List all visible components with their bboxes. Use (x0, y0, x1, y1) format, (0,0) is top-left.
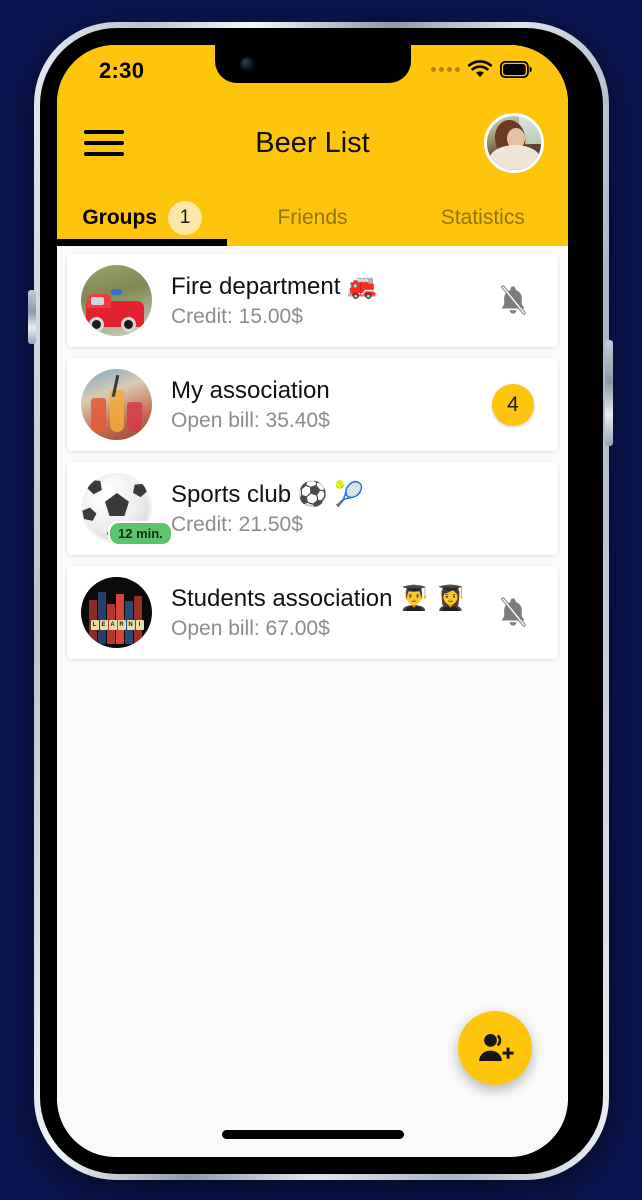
tab-groups-label: Groups (82, 205, 157, 229)
list-item-title: Sports club ⚽ 🎾 (171, 481, 365, 509)
tab-active-indicator (57, 239, 228, 246)
tab-groups[interactable]: Groups 1 (57, 189, 228, 246)
unread-count-badge[interactable]: 4 (492, 383, 534, 426)
tab-statistics[interactable]: Statistics (398, 189, 568, 246)
tab-bar: Groups 1 Friends Statistics (57, 189, 568, 246)
list-item[interactable]: My association Open bill: 35.40$ 4 (67, 358, 558, 451)
signal-dots-icon (431, 67, 460, 72)
list-item-subtitle: Open bill: 67.00$ (171, 616, 330, 640)
profile-avatar[interactable] (484, 113, 544, 173)
bell-muted-icon[interactable] (496, 282, 530, 320)
home-indicator[interactable] (221, 1130, 404, 1139)
list-item-trailing[interactable]: 4 (486, 383, 540, 426)
list-item-text: My association Open bill: 35.40$ (171, 376, 486, 432)
fire-truck-avatar (81, 265, 152, 336)
list-item-title: Students association 👨‍🎓 👩‍🎓 (171, 585, 466, 613)
drinks-toast-avatar (81, 369, 152, 440)
tab-friends-label: Friends (277, 205, 348, 229)
phone-volume-button[interactable] (28, 290, 36, 344)
battery-full-icon (500, 61, 532, 78)
list-item-text: Students association 👨‍🎓 👩‍🎓 Open bill: … (171, 584, 486, 640)
status-bar-indicators (431, 60, 532, 79)
list-item[interactable]: LEARNI Students association 👨‍🎓 👩‍🎓 Open… (67, 566, 558, 659)
list-item-trailing[interactable] (486, 282, 540, 320)
phone-notch (214, 45, 411, 83)
time-badge: 12 min. (108, 521, 173, 546)
bell-muted-icon[interactable] (496, 594, 530, 632)
soccer-ball-avatar: 12 min. (81, 473, 173, 546)
list-item[interactable]: 12 min. Sports club ⚽ 🎾 Credit: 21.50$ (67, 462, 558, 555)
group-list: Fire department 🚒 Credit: 15.00$ My asso… (57, 246, 568, 1102)
books-avatar: LEARNI (81, 577, 152, 648)
wifi-icon (467, 60, 493, 78)
status-bar-time: 2:30 (99, 58, 145, 83)
add-group-button[interactable] (458, 1011, 532, 1085)
phone-screen: 2:30 Beer List Groups 1 Friends Statisti… (57, 45, 568, 1157)
list-item-subtitle: Open bill: 35.40$ (171, 408, 330, 432)
tab-friends[interactable]: Friends (227, 189, 397, 246)
tab-statistics-label: Statistics (440, 205, 525, 229)
front-camera-icon (240, 58, 253, 70)
list-item-text: Fire department 🚒 Credit: 15.00$ (171, 272, 486, 328)
phone-power-button[interactable] (605, 340, 613, 446)
app-bar: 2:30 Beer List Groups 1 Friends Statisti… (57, 45, 568, 246)
list-item-trailing[interactable] (486, 594, 540, 632)
list-item-subtitle: Credit: 15.00$ (171, 304, 303, 328)
list-item-subtitle: Credit: 21.50$ (171, 512, 303, 536)
tab-groups-badge: 1 (168, 200, 202, 235)
list-item-title: My association (171, 377, 330, 405)
header: Beer List (57, 97, 568, 189)
list-item-title: Fire department 🚒 (171, 273, 377, 301)
add-group-member-icon (479, 1034, 514, 1061)
list-item[interactable]: Fire department 🚒 Credit: 15.00$ (67, 254, 558, 347)
list-item-text: Sports club ⚽ 🎾 Credit: 21.50$ (171, 480, 486, 536)
